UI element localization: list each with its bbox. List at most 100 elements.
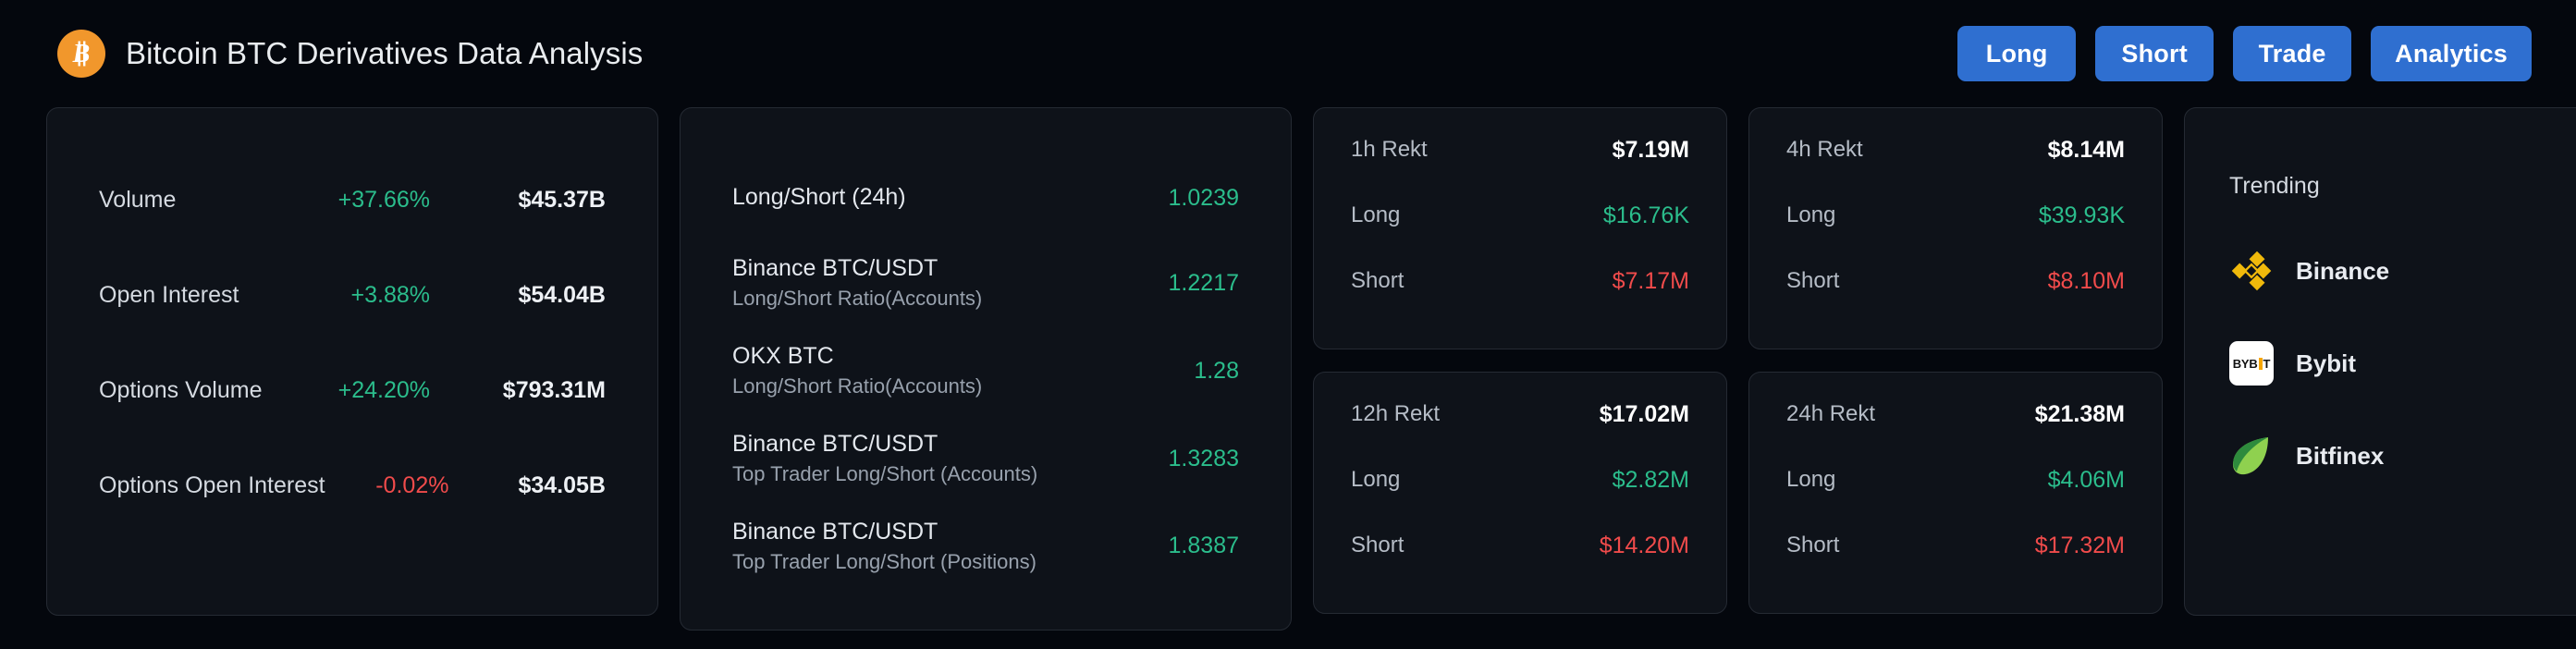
rekt-period-label: 12h Rekt [1351, 401, 1441, 426]
ratio-value: 1.8387 [1168, 533, 1239, 559]
rekt-short-label: Short [1351, 533, 1405, 557]
rekt-total-line: 12h Rekt $17.02M [1351, 397, 1689, 432]
trending-item-binance[interactable]: Binance [2229, 244, 2576, 298]
page-title: Bitcoin BTC Derivatives Data Analysis [126, 36, 644, 70]
rekt-long-label: Long [1351, 467, 1401, 492]
rekt-short-label: Short [1786, 268, 1840, 293]
rekt-card-4h: 4h Rekt $8.14M Long $39.93K Short $8.10M [1748, 107, 2163, 349]
rekt-long-line: Long $16.76K [1351, 198, 1689, 233]
metric-change: +24.20% [337, 377, 430, 403]
metrics-column: Volume +37.66% $45.37B Open Interest +3.… [46, 107, 658, 631]
rekt-short-value: $7.17M [1612, 267, 1689, 294]
metric-row: Volume +37.66% $45.37B [99, 173, 606, 227]
rekt-long-value: $2.82M [1612, 466, 1689, 493]
rekt-long-label: Long [1351, 202, 1401, 227]
rekt-long-line: Long $2.82M [1351, 462, 1689, 497]
ratio-value: 1.28 [1194, 357, 1239, 384]
binance-logo-icon [2229, 249, 2274, 293]
metric-label: Options Open Interest [99, 472, 325, 498]
rekt-short-line: Short $14.20M [1351, 528, 1689, 563]
rekt-short-value: $8.10M [2047, 267, 2125, 294]
trending-item-bybit[interactable]: BYB T Bybit [2229, 337, 2576, 390]
metric-row: Options Volume +24.20% $793.31M [99, 363, 606, 418]
long-button[interactable]: Long [1957, 26, 2077, 81]
rekt-short-value: $17.32M [2034, 532, 2125, 558]
trending-card: Trending Binance BYB T Bybit Bitfinex [2184, 107, 2576, 616]
rekt-period-label: 24h Rekt [1786, 401, 1876, 426]
metric-label: Open Interest [99, 282, 239, 308]
rekt-card-12h: 12h Rekt $17.02M Long $2.82M Short $14.2… [1313, 372, 1727, 614]
trade-button[interactable]: Trade [2233, 26, 2352, 81]
analytics-button[interactable]: Analytics [2371, 26, 2532, 81]
metric-value: $793.31M [502, 377, 606, 403]
metrics-card: Volume +37.66% $45.37B Open Interest +3.… [46, 107, 658, 616]
rekt-card-1h: 1h Rekt $7.19M Long $16.76K Short $7.17M [1313, 107, 1727, 349]
rekt-total-value: $8.14M [2047, 136, 2125, 163]
rekt-total-value: $21.38M [2034, 400, 2125, 427]
rekt-short-line: Short $17.32M [1786, 528, 2125, 563]
ratio-subtitle: Long/Short Ratio(Accounts) [732, 374, 983, 398]
bitcoin-icon: B [57, 30, 105, 78]
ratio-row: OKX BTC Long/Short Ratio(Accounts) 1.28 [732, 342, 1239, 400]
ratio-row: Binance BTC/USDT Long/Short Ratio(Accoun… [732, 254, 1239, 312]
ratio-row: Long/Short (24h) 1.0239 [732, 171, 1239, 225]
ratio-title: Long/Short (24h) [732, 184, 906, 211]
rekt-long-value: $4.06M [2047, 466, 2125, 493]
trending-item-label: Bybit [2296, 349, 2356, 377]
rekt-short-label: Short [1786, 533, 1840, 557]
metric-row: Options Open Interest -0.02% $34.05B [99, 459, 606, 513]
metric-value: $54.04B [518, 282, 606, 308]
short-button[interactable]: Short [2095, 26, 2214, 81]
ratio-title: Binance BTC/USDT [732, 518, 938, 545]
rekt-long-value: $39.93K [2038, 202, 2125, 228]
svg-text:B: B [72, 40, 91, 68]
rekt-long-line: Long $39.93K [1786, 198, 2125, 233]
rekt-total-line: 4h Rekt $8.14M [1786, 132, 2125, 167]
page-header: B Bitcoin BTC Derivatives Data Analysis … [0, 0, 2576, 107]
long-short-ratios-card: Long/Short (24h) 1.0239 Binance BTC/USDT… [680, 107, 1292, 631]
ratio-subtitle: Long/Short Ratio(Accounts) [732, 287, 983, 311]
ratio-text: OKX BTC Long/Short Ratio(Accounts) [732, 342, 1137, 400]
ratio-title: Binance BTC/USDT [732, 255, 938, 281]
rekt-total-line: 1h Rekt $7.19M [1351, 132, 1689, 167]
metric-value: $34.05B [518, 472, 606, 498]
rekt-column-left: 1h Rekt $7.19M Long $16.76K Short $7.17M… [1313, 107, 1727, 631]
rekt-short-line: Short $7.17M [1351, 263, 1689, 299]
ratio-text: Long/Short (24h) [732, 183, 1137, 212]
metric-change: +3.88% [350, 282, 431, 308]
ratios-column: Long/Short (24h) 1.0239 Binance BTC/USDT… [680, 107, 1292, 631]
bitfinex-logo-icon [2229, 434, 2274, 478]
ratio-value: 1.2217 [1168, 269, 1239, 296]
rekt-short-value: $14.20M [1599, 532, 1689, 558]
trending-column: Trending Binance BYB T Bybit Bitfinex [2184, 107, 2576, 631]
rekt-column-right: 4h Rekt $8.14M Long $39.93K Short $8.10M… [1748, 107, 2163, 631]
ratio-text: Binance BTC/USDT Top Trader Long/Short (… [732, 518, 1137, 576]
ratio-row: Binance BTC/USDT Top Trader Long/Short (… [732, 518, 1239, 576]
ratio-subtitle: Top Trader Long/Short (Accounts) [732, 461, 1038, 485]
ratio-value: 1.3283 [1168, 445, 1239, 471]
rekt-long-line: Long $4.06M [1786, 462, 2125, 497]
ratio-text: Binance BTC/USDT Top Trader Long/Short (… [732, 430, 1137, 488]
metric-label: Volume [99, 187, 177, 213]
trending-item-label: Binance [2296, 256, 2390, 285]
ratio-title: Binance BTC/USDT [732, 430, 938, 457]
rekt-period-label: 4h Rekt [1786, 137, 1863, 162]
rekt-short-line: Short $8.10M [1786, 263, 2125, 299]
metric-row: Open Interest +3.88% $54.04B [99, 268, 606, 323]
rekt-long-label: Long [1786, 467, 1836, 492]
rekt-long-label: Long [1786, 202, 1836, 227]
metric-change: +37.66% [337, 187, 430, 213]
header-actions: Long Short Trade Analytics [1957, 26, 2532, 81]
trending-item-label: Bitfinex [2296, 441, 2385, 470]
trending-title: Trending [2229, 173, 2320, 199]
rekt-total-line: 24h Rekt $21.38M [1786, 397, 2125, 432]
metric-value: $45.37B [518, 187, 606, 213]
metric-change: -0.02% [375, 472, 449, 498]
trending-item-bitfinex[interactable]: Bitfinex [2229, 429, 2576, 483]
rekt-period-label: 1h Rekt [1351, 137, 1428, 162]
rekt-short-label: Short [1351, 268, 1405, 293]
metric-label: Options Volume [99, 377, 263, 403]
ratio-value: 1.0239 [1168, 184, 1239, 211]
dashboard-grid: Volume +37.66% $45.37B Open Interest +3.… [46, 107, 2576, 631]
ratio-row: Binance BTC/USDT Top Trader Long/Short (… [732, 430, 1239, 488]
